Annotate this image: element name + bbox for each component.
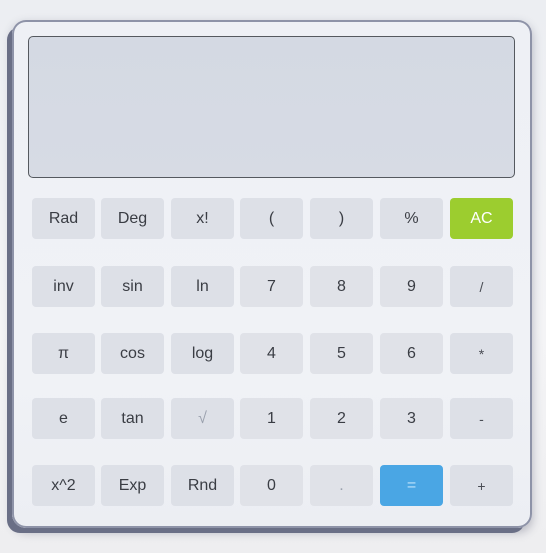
square-button[interactable]: x^2 [32, 465, 95, 506]
digit-4-button[interactable]: 4 [240, 333, 303, 374]
square-root-button[interactable]: √ [171, 398, 234, 439]
digit-7-button[interactable]: 7 [240, 266, 303, 307]
digit-0-button[interactable]: 0 [240, 465, 303, 506]
screen-area: Rad Deg x! ( ) % AC inv sin ln 7 8 9 / π… [0, 0, 546, 553]
calculator: Rad Deg x! ( ) % AC inv sin ln 7 8 9 / π… [12, 20, 532, 528]
digit-2-button[interactable]: 2 [310, 398, 373, 439]
digit-5-button[interactable]: 5 [310, 333, 373, 374]
tan-button[interactable]: tan [101, 398, 164, 439]
exp-button[interactable]: Exp [101, 465, 164, 506]
close-paren-button[interactable]: ) [310, 198, 373, 239]
digit-3-button[interactable]: 3 [380, 398, 443, 439]
calculator-display [28, 36, 515, 178]
digit-9-button[interactable]: 9 [380, 266, 443, 307]
minus-button[interactable]: - [450, 398, 513, 439]
factorial-button[interactable]: x! [171, 198, 234, 239]
open-paren-button[interactable]: ( [240, 198, 303, 239]
rad-button[interactable]: Rad [32, 198, 95, 239]
sin-button[interactable]: sin [101, 266, 164, 307]
decimal-point-button[interactable]: . [310, 465, 373, 506]
deg-button[interactable]: Deg [101, 198, 164, 239]
euler-e-button[interactable]: e [32, 398, 95, 439]
digit-1-button[interactable]: 1 [240, 398, 303, 439]
multiply-button[interactable]: * [450, 333, 513, 374]
all-clear-button[interactable]: AC [450, 198, 513, 239]
divide-button[interactable]: / [450, 266, 513, 307]
plus-button[interactable]: + [450, 465, 513, 506]
log-button[interactable]: log [171, 333, 234, 374]
digit-6-button[interactable]: 6 [380, 333, 443, 374]
equals-button[interactable]: = [380, 465, 443, 506]
inv-button[interactable]: inv [32, 266, 95, 307]
pi-button[interactable]: π [32, 333, 95, 374]
ln-button[interactable]: ln [171, 266, 234, 307]
cos-button[interactable]: cos [101, 333, 164, 374]
random-button[interactable]: Rnd [171, 465, 234, 506]
digit-8-button[interactable]: 8 [310, 266, 373, 307]
percent-button[interactable]: % [380, 198, 443, 239]
keypad: Rad Deg x! ( ) % AC inv sin ln 7 8 9 / π… [32, 198, 522, 518]
